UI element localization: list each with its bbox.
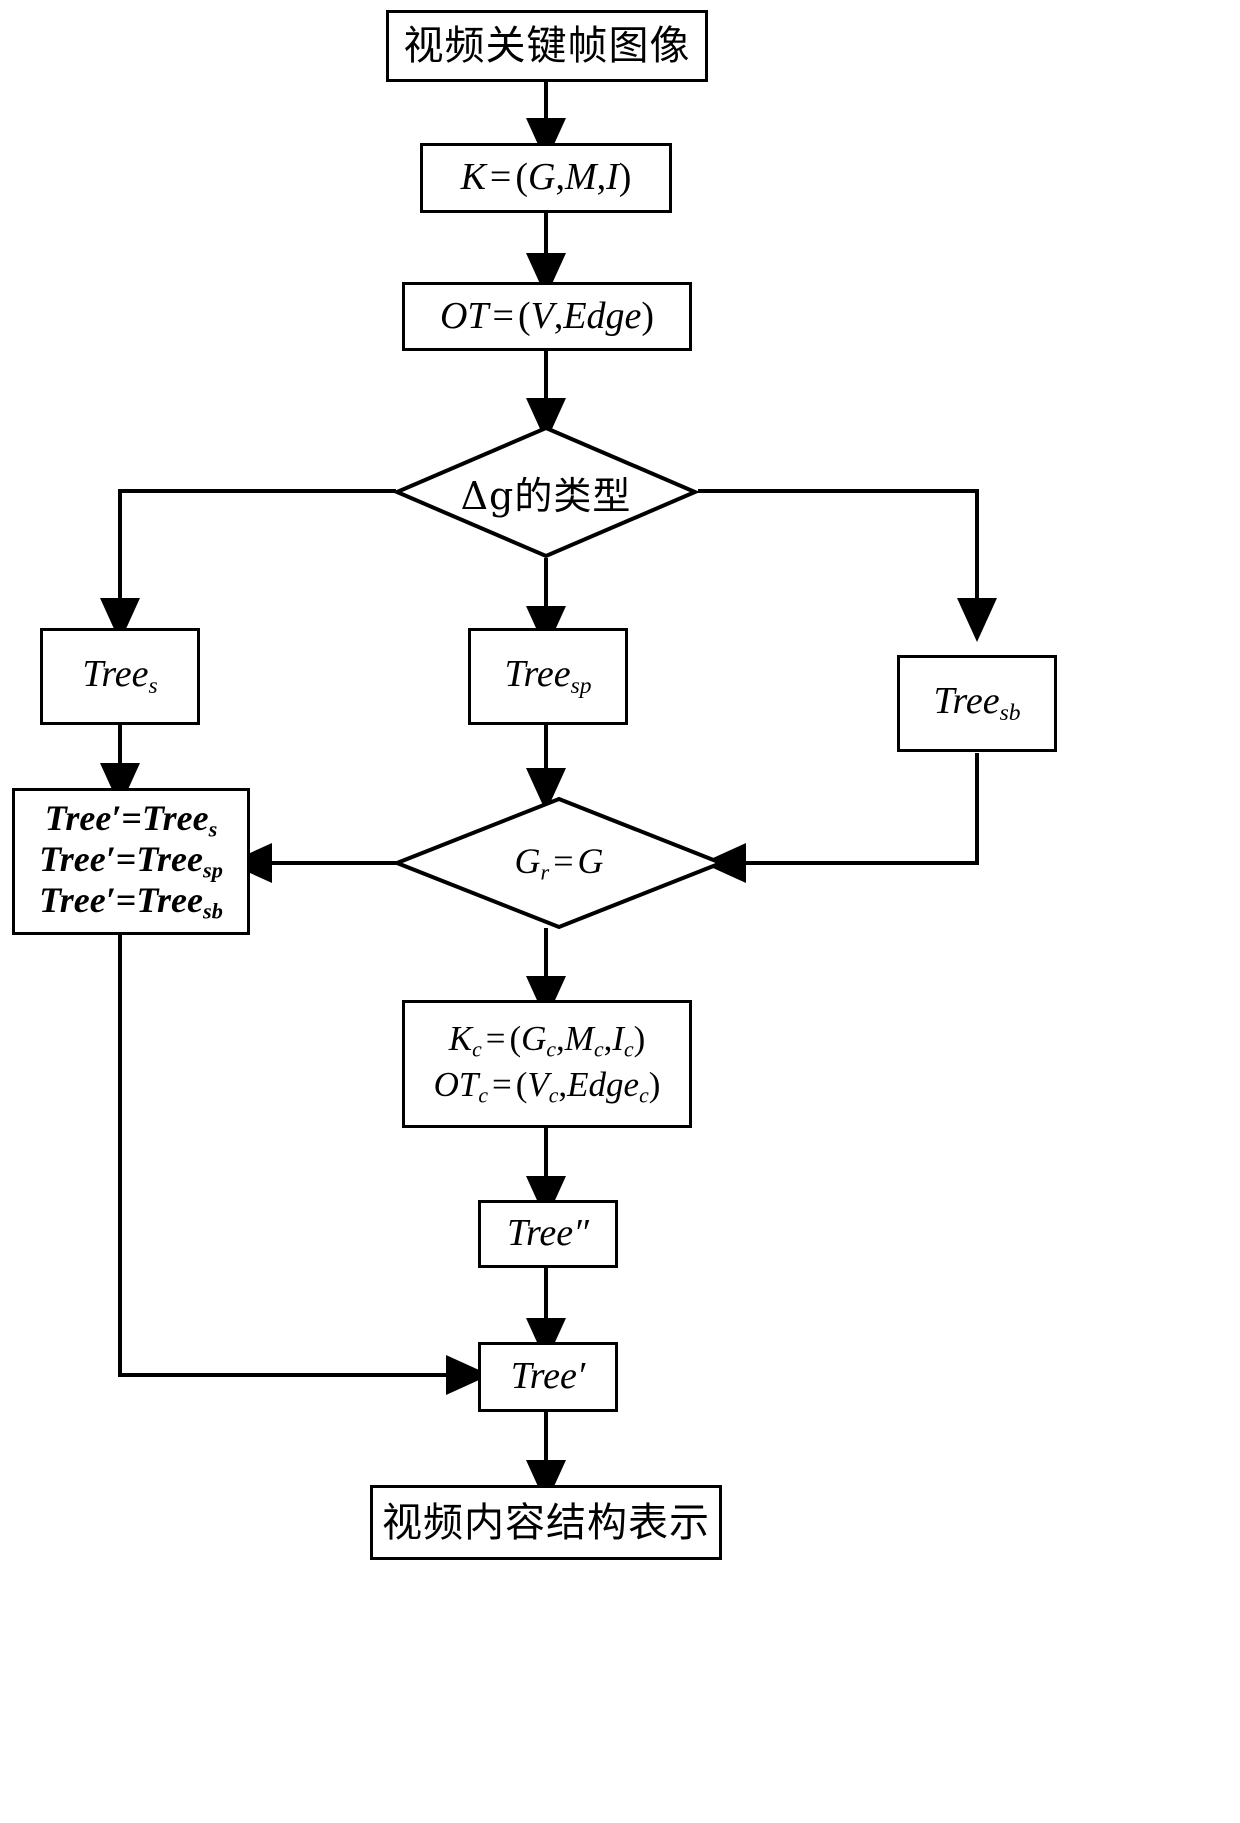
flowchart-canvas: 视频关键帧图像 K = (G,M,I) OT = (V,Edge) Δg的类型 Tree… <box>0 0 1240 1823</box>
node-tree-sp-label: Treesp <box>504 652 592 699</box>
node-ot-definition-label: OT = (V,Edge) <box>439 294 655 337</box>
node-kc-definition-label: Kc = (Gc,Mc,Ic) <box>448 1018 646 1062</box>
node-ot-definition: OT = (V,Edge) <box>402 282 692 351</box>
node-tree-assignments: Tree′=Trees Tree′=Treesp Tree′=Treesb <box>12 788 250 935</box>
node-start-label: 视频关键帧图像 <box>403 23 691 69</box>
node-tree-assignment-line-3: Tree′=Treesb <box>39 880 223 924</box>
node-k-definition: K = (G,M,I) <box>420 143 672 213</box>
node-end-label: 视频内容结构表示 <box>382 1499 710 1546</box>
node-tree-prime-label: Tree′ <box>510 1355 586 1398</box>
node-tree-s: Trees <box>40 628 200 725</box>
node-otc-definition-label: OTc = (Vc,Edgec) <box>433 1065 661 1108</box>
node-tree-sp: Treesp <box>468 628 628 725</box>
node-kc-otc-definition: Kc = (Gc,Mc,Ic) OTc = (Vc,Edgec) <box>402 1000 692 1128</box>
node-start: 视频关键帧图像 <box>386 10 708 82</box>
node-tree-double-prime-label: Tree″ <box>507 1212 589 1255</box>
node-k-definition-label: K = (G,M,I) <box>460 156 632 199</box>
node-tree-double-prime: Tree″ <box>478 1200 618 1268</box>
node-end: 视频内容结构表示 <box>370 1485 722 1560</box>
node-tree-sb-label: Treesb <box>933 679 1021 726</box>
node-decision-delta-g-type: Δg的类型 <box>394 425 698 559</box>
node-tree-prime: Tree′ <box>478 1342 618 1412</box>
node-tree-assignment-line-2: Tree′=Treesp <box>39 838 223 883</box>
node-decision-gr-equals-g: Gr = G <box>394 796 724 930</box>
node-tree-sb: Treesb <box>897 655 1057 752</box>
node-tree-assignment-line-1: Tree′=Trees <box>44 797 218 842</box>
node-tree-s-label: Trees <box>82 652 158 699</box>
